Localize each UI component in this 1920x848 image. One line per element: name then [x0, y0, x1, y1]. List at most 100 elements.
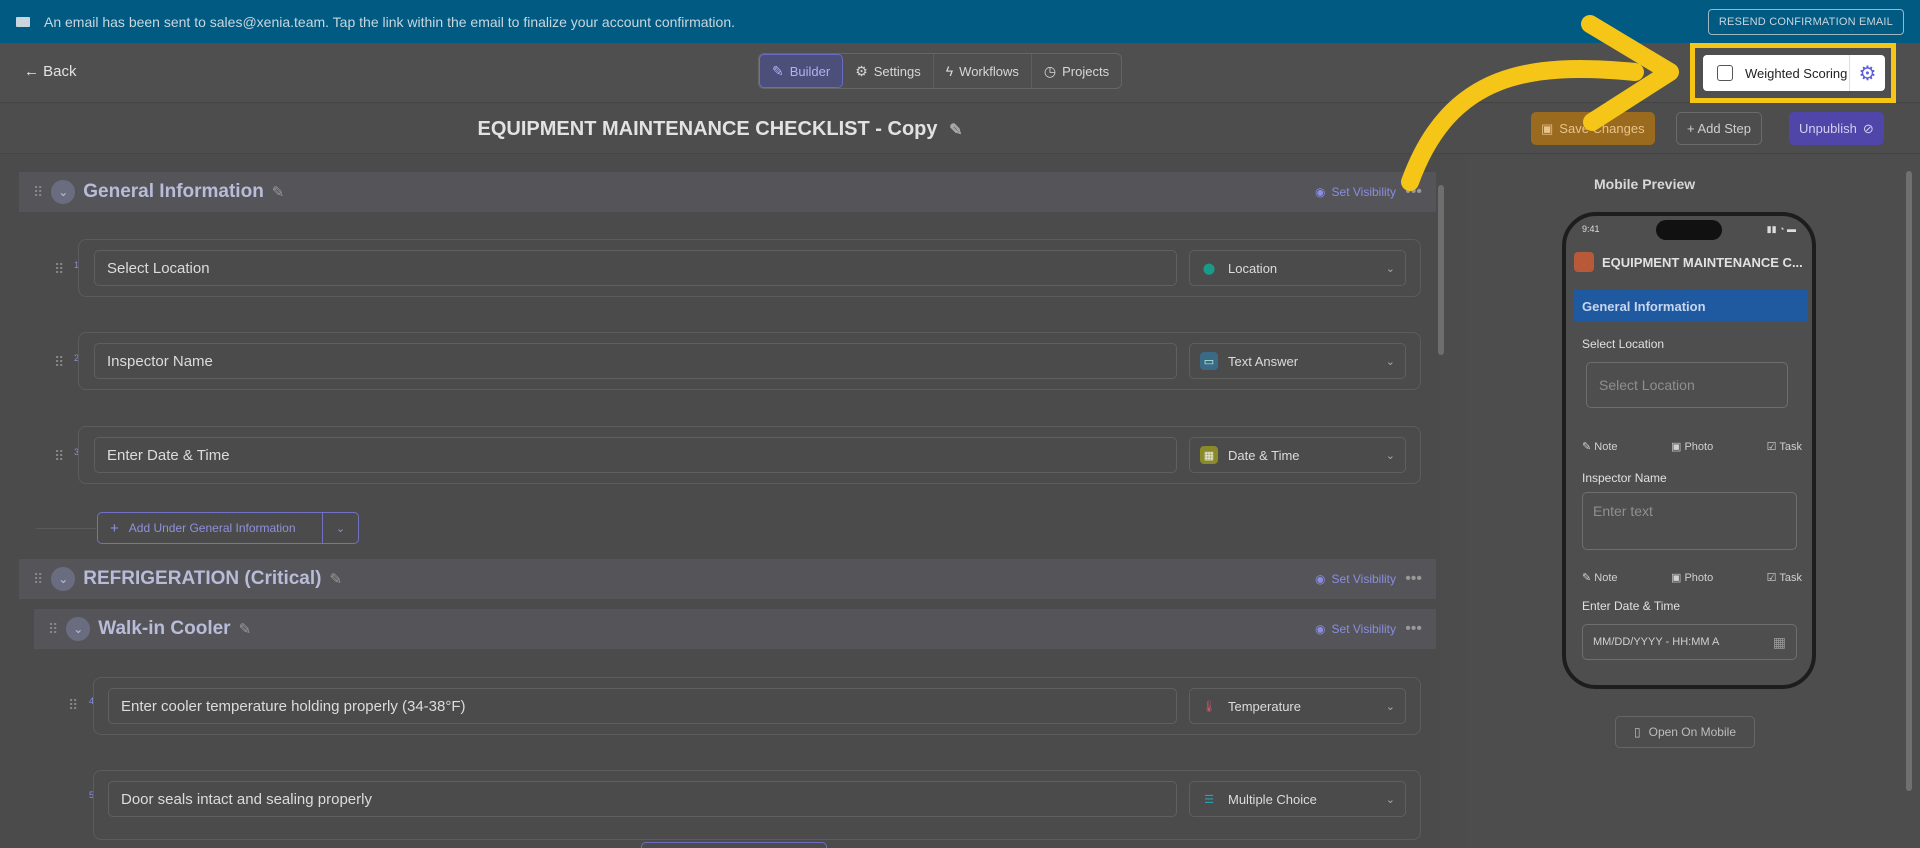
pencil-icon[interactable]: ✎: [239, 620, 252, 638]
open-on-mobile-button[interactable]: ▯ Open On Mobile: [1615, 716, 1755, 748]
checklist-title[interactable]: EQUIPMENT MAINTENANCE CHECKLIST - Copy ✎: [0, 118, 1440, 141]
drag-handle-icon[interactable]: ⠿: [68, 697, 78, 714]
weighted-scoring-highlight: Weighted Scoring ⚙: [1690, 43, 1896, 103]
question-text-input[interactable]: Enter cooler temperature holding properl…: [108, 688, 1177, 724]
drag-handle-icon[interactable]: ⠿: [33, 571, 43, 588]
add-under-section-button[interactable]: + Add Under General Information ⌄: [97, 512, 359, 544]
photo-action: ▣ Photo: [1670, 572, 1714, 584]
drag-handle-icon[interactable]: ⠿: [33, 184, 43, 201]
chevron-down-icon[interactable]: ⌄: [322, 513, 358, 543]
note-action: ✎ Note: [1582, 441, 1618, 453]
scrollbar-thumb[interactable]: [1906, 171, 1912, 791]
phone-notch: [1656, 220, 1722, 240]
scrollbar-thumb[interactable]: [1438, 185, 1444, 355]
weighted-scoring-settings-icon[interactable]: ⚙: [1849, 55, 1885, 91]
builder-scrollbar[interactable]: [1436, 173, 1446, 823]
chevron-down-icon[interactable]: ⌄: [51, 180, 76, 204]
tab-workflows[interactable]: ϟ Workflows: [934, 54, 1032, 88]
unpublish-button[interactable]: Unpublish ⊘: [1789, 112, 1884, 145]
pencil-icon[interactable]: ✎: [329, 570, 342, 588]
chevron-down-icon: ⌄: [1385, 700, 1395, 713]
weighted-scoring-checkbox[interactable]: [1717, 65, 1733, 81]
question-text-input[interactable]: Door seals intact and sealing properly: [108, 781, 1177, 817]
preview-actions: ✎ Note ▣ Photo ☑ Task: [1582, 571, 1802, 584]
chevron-down-icon: ⌄: [1385, 449, 1395, 462]
section-header-refrigeration[interactable]: ⠿ ⌄ REFRIGERATION (Critical) ✎ ◉ Set Visi…: [19, 559, 1436, 599]
unpublish-icon: ⊘: [1862, 120, 1874, 136]
pencil-icon[interactable]: ✎: [272, 183, 285, 201]
section-header-walk-in-cooler[interactable]: ⠿ ⌄ Walk-in Cooler ✎ ◉ Set Visibility •••: [34, 609, 1436, 649]
list-icon: ☰: [1204, 793, 1214, 806]
question-type-select[interactable]: ☰ Multiple Choice ⌄: [1189, 781, 1406, 817]
question-text-input[interactable]: Enter Date & Time: [94, 437, 1177, 473]
chevron-down-icon[interactable]: ⌄: [66, 617, 91, 641]
question-row: Door seals intact and sealing properly ☰…: [93, 770, 1421, 840]
calendar-icon: ▦: [1772, 633, 1786, 650]
question-text-input[interactable]: Inspector Name: [94, 343, 1177, 379]
set-visibility-button[interactable]: ◉ Set Visibility: [1315, 622, 1396, 636]
more-options-icon[interactable]: •••: [1405, 570, 1422, 588]
floating-add-button[interactable]: [641, 842, 827, 848]
question-type-select[interactable]: 🌡 Temperature ⌄: [1189, 688, 1406, 724]
mail-icon: [16, 16, 30, 27]
edit-icon: ✎: [772, 62, 784, 79]
weighted-scoring-label[interactable]: Weighted Scoring: [1745, 66, 1847, 81]
photo-label: Photo: [1684, 441, 1714, 453]
question-type-select[interactable]: ▦ Date & Time ⌄: [1189, 437, 1406, 473]
resend-confirmation-button[interactable]: RESEND CONFIRMATION EMAIL: [1707, 8, 1904, 35]
add-under-label: Add Under General Information: [128, 521, 296, 535]
tab-builder[interactable]: ✎ Builder: [759, 54, 844, 88]
section-name: REFRIGERATION (Critical): [83, 568, 322, 589]
drag-handle-icon[interactable]: ⠿: [54, 354, 64, 371]
question-row: Inspector Name ▭ Text Answer ⌄: [78, 332, 1421, 390]
back-button[interactable]: ← Back: [24, 63, 77, 80]
question-type-label: Multiple Choice: [1228, 791, 1317, 807]
gear-icon: ⚙: [855, 62, 868, 79]
photo-label: Photo: [1684, 572, 1714, 584]
unpublish-label: Unpublish: [1799, 121, 1857, 136]
task-label: Task: [1779, 441, 1802, 453]
guide-arrow-icon: [1401, 15, 1679, 191]
tab-workflows-label: Workflows: [959, 63, 1019, 79]
divider: [36, 528, 96, 529]
drag-handle-icon[interactable]: ⠿: [48, 621, 58, 638]
question-text-input[interactable]: Select Location: [94, 250, 1177, 286]
tab-projects-label: Projects: [1062, 63, 1110, 79]
question-row: Enter cooler temperature holding properl…: [93, 677, 1421, 735]
checklist-title-text: EQUIPMENT MAINTENANCE CHECKLIST - Copy: [477, 118, 938, 140]
question-type-select[interactable]: ⬤ Location ⌄: [1189, 250, 1406, 286]
note-action: ✎ Note: [1582, 572, 1618, 584]
section-header-general-information[interactable]: ⠿ ⌄ General Information ✎ ◉ Set Visibilit…: [19, 172, 1436, 212]
builder-tabs: ✎ Builder ⚙ Settings ϟ Workflows ◷ Proje…: [758, 53, 1123, 89]
section-name: General Information: [83, 181, 264, 202]
bolt-icon: ϟ: [945, 63, 954, 79]
preview-section: General Information: [1574, 290, 1808, 322]
eye-icon: ◉: [1315, 572, 1326, 586]
eye-icon: ◉: [1315, 622, 1326, 636]
set-visibility-button[interactable]: ◉ Set Visibility: [1315, 572, 1396, 586]
page-scrollbar[interactable]: [1904, 165, 1914, 795]
task-action: ☑ Task: [1766, 441, 1802, 453]
phone-frame: 9:41 ▮▮ ◔ ▬ EQUIPMENT MAINTENANCE C... G…: [1562, 212, 1816, 689]
question-type-label: Date & Time: [1228, 447, 1300, 463]
calendar-icon: ▦: [1200, 446, 1218, 464]
thermometer-icon: 🌡: [1202, 700, 1216, 713]
question-type-select[interactable]: ▭ Text Answer ⌄: [1189, 343, 1406, 379]
preview-location-field: Select Location: [1586, 362, 1788, 408]
preview-checklist-name: EQUIPMENT MAINTENANCE C...: [1602, 254, 1803, 270]
pencil-icon[interactable]: ✎: [949, 122, 962, 139]
question-row: Select Location ⬤ Location ⌄: [78, 239, 1421, 297]
tab-projects[interactable]: ◷ Projects: [1032, 54, 1121, 88]
tab-settings[interactable]: ⚙ Settings: [843, 54, 934, 88]
banner-message: An email has been sent to sales@xenia.te…: [44, 13, 735, 30]
note-label: Note: [1594, 572, 1618, 584]
photo-action: ▣ Photo: [1670, 441, 1714, 453]
signal-battery-icon: ▮▮ ◔ ▬: [1766, 224, 1796, 234]
chevron-down-icon[interactable]: ⌄: [51, 567, 76, 591]
drag-handle-icon[interactable]: ⠿: [54, 448, 64, 465]
drag-handle-icon[interactable]: ⠿: [54, 261, 64, 278]
preview-date-placeholder: MM/DD/YYYY - HH:MM A: [1593, 636, 1720, 648]
tab-builder-label: Builder: [789, 63, 831, 79]
more-options-icon[interactable]: •••: [1405, 620, 1422, 638]
open-on-mobile-label: Open On Mobile: [1648, 725, 1736, 739]
